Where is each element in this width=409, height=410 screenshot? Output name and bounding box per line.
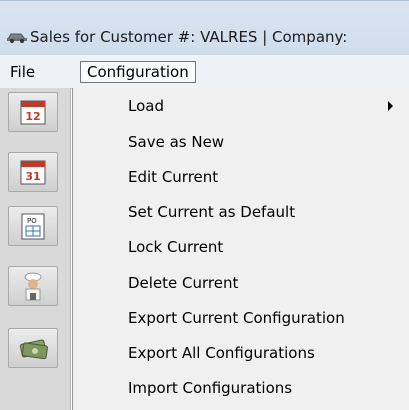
left-toolbar: 12 31 PO: [0, 88, 71, 410]
calendar-12-icon: 12: [20, 100, 46, 125]
menu-item-export-all-configurations[interactable]: Export All Configurations: [128, 336, 315, 370]
menu-bar: File Configuration: [0, 55, 409, 89]
window-title: Sales for Customer #: VALRES | Company:: [30, 28, 348, 46]
menu-item-set-current-default[interactable]: Set Current as Default: [128, 195, 295, 229]
purchase-order-button[interactable]: PO: [8, 206, 58, 246]
calendar-31-icon: 31: [20, 160, 46, 185]
title-bar: Sales for Customer #: VALRES | Company:: [0, 0, 409, 56]
money-icon: [19, 339, 48, 360]
purchase-order-icon: PO: [21, 213, 45, 240]
svg-text:12: 12: [25, 110, 40, 123]
menu-item-edit-current[interactable]: Edit Current: [128, 160, 218, 194]
menu-configuration[interactable]: Configuration: [80, 61, 196, 83]
menu-item-lock-current[interactable]: Lock Current: [128, 230, 223, 264]
menu-item-load[interactable]: Load: [128, 89, 164, 123]
calendar-day-button[interactable]: 12: [8, 92, 58, 132]
chef-button[interactable]: [8, 266, 58, 306]
menu-item-save-as-new[interactable]: Save as New: [128, 125, 224, 159]
app-window: Sales for Customer #: VALRES | Company: …: [0, 0, 409, 410]
chef-icon: [24, 272, 42, 301]
menu-item-import-configurations[interactable]: Import Configurations: [128, 371, 292, 405]
calendar-month-button[interactable]: 31: [8, 152, 58, 192]
menu-file[interactable]: File: [6, 61, 39, 83]
submenu-arrow-icon: [388, 101, 393, 111]
svg-text:PO: PO: [27, 217, 37, 225]
car-icon: [7, 33, 27, 43]
menu-item-export-current-configuration[interactable]: Export Current Configuration: [128, 301, 345, 335]
menu-item-delete-current[interactable]: Delete Current: [128, 266, 238, 300]
money-button[interactable]: [8, 328, 58, 368]
svg-text:31: 31: [25, 170, 40, 183]
configuration-dropdown: Load Save as New Edit Current Set Curren…: [72, 88, 409, 410]
